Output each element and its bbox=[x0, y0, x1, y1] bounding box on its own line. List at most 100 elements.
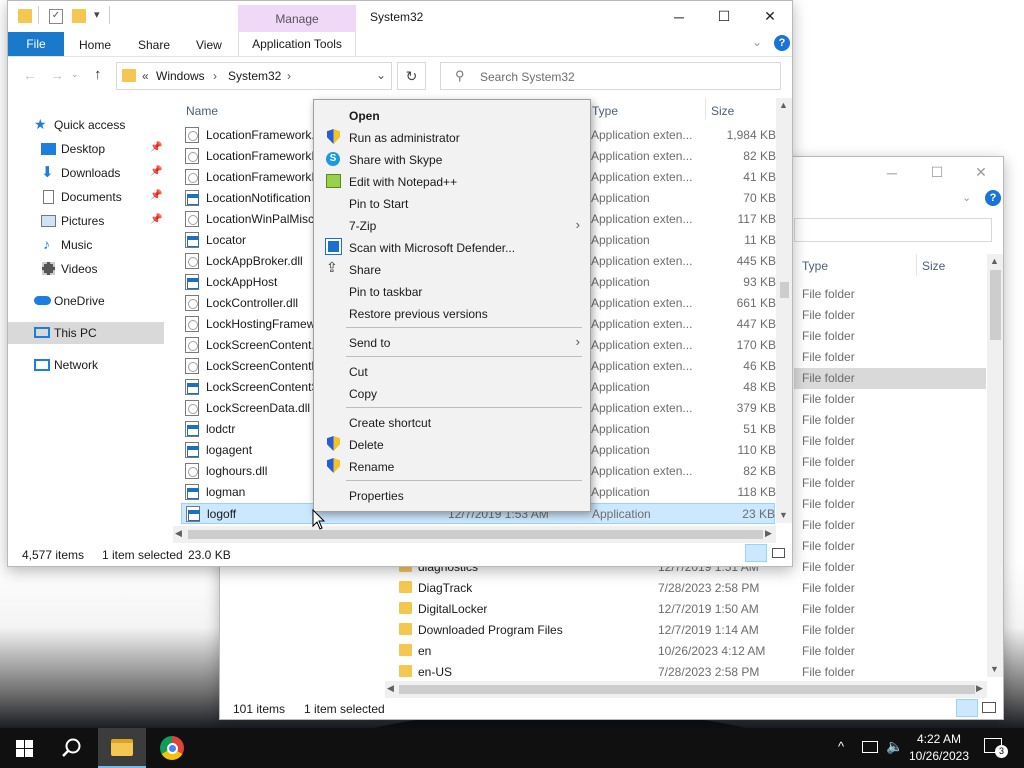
menu-item-cut[interactable]: Cut bbox=[316, 360, 588, 382]
scroll-thumb[interactable] bbox=[990, 270, 1001, 340]
folder-row[interactable]: File folder bbox=[794, 389, 986, 410]
menu-item-delete[interactable]: Delete bbox=[316, 433, 588, 455]
tab-view[interactable]: View bbox=[196, 38, 222, 52]
scroll-left-icon[interactable]: ◀ bbox=[175, 528, 182, 539]
scroll-up-icon[interactable]: ▲ bbox=[779, 100, 788, 110]
scroll-right-icon[interactable]: ▶ bbox=[765, 528, 772, 539]
folder-row[interactable]: en 10/26/2023 4:12 AM File folder bbox=[395, 641, 986, 662]
scroll-thumb-h[interactable] bbox=[399, 685, 975, 694]
horizontal-scrollbar[interactable]: ◀ ▶ bbox=[173, 526, 776, 543]
menu-item-edit-with-notepad[interactable]: Edit with Notepad++ bbox=[316, 170, 588, 192]
back-arrow-icon[interactable]: ← bbox=[23, 67, 37, 83]
folder-row[interactable]: File folder bbox=[794, 515, 986, 536]
folder-row[interactable]: File folder bbox=[794, 326, 986, 347]
nav-desktop[interactable]: Desktop 📌 bbox=[8, 138, 164, 160]
address-dropdown-icon[interactable]: ⌄ bbox=[376, 68, 386, 82]
menu-item-scan-with-microsoft-defender[interactable]: Scan with Microsoft Defender... bbox=[316, 236, 588, 258]
maximize-button-back[interactable]: ☐ bbox=[914, 157, 960, 188]
search-box[interactable]: ⚲ Search System32 bbox=[440, 62, 781, 90]
taskbar-file-explorer[interactable] bbox=[98, 728, 146, 768]
folder-row[interactable]: File folder bbox=[794, 452, 986, 473]
close-button-back[interactable]: ✕ bbox=[958, 157, 1003, 188]
address-bar[interactable]: « Windows › System32 › ⌄ bbox=[116, 62, 392, 90]
nav-music[interactable]: ♪ Music bbox=[8, 234, 164, 256]
vertical-scrollbar[interactable]: ▲ ▼ bbox=[776, 98, 792, 523]
menu-item-restore-previous-versions[interactable]: Restore previous versions bbox=[316, 302, 588, 324]
nav-downloads[interactable]: ⬇ Downloads 📌 bbox=[8, 162, 164, 184]
breadcrumb-windows[interactable]: Windows bbox=[156, 69, 205, 83]
breadcrumb-overflow[interactable]: « bbox=[142, 69, 149, 83]
menu-item-properties[interactable]: Properties bbox=[316, 484, 588, 506]
menu-item-pin-to-start[interactable]: Pin to Start bbox=[316, 192, 588, 214]
folder-row[interactable]: File folder bbox=[794, 347, 986, 368]
network-status-icon[interactable] bbox=[862, 741, 878, 753]
folder-row[interactable]: en-US 7/28/2023 2:58 PM File folder bbox=[395, 662, 986, 683]
details-view-icon-back[interactable] bbox=[956, 699, 978, 717]
column-header-size-back[interactable]: Size bbox=[922, 259, 945, 273]
menu-item-share-with-skype[interactable]: S Share with Skype bbox=[316, 148, 588, 170]
scroll-thumb-h[interactable] bbox=[188, 530, 763, 539]
large-icons-view-icon[interactable] bbox=[772, 548, 785, 558]
ribbon-expand-icon[interactable]: ⌄ bbox=[752, 35, 762, 49]
ribbon-expand-icon-back[interactable]: ⌄ bbox=[962, 191, 971, 204]
scroll-right-icon[interactable]: ▶ bbox=[976, 683, 983, 694]
scroll-down-icon[interactable]: ▼ bbox=[779, 510, 788, 520]
menu-item-open[interactable]: Open bbox=[316, 104, 588, 126]
properties-qat-icon[interactable]: ✓ bbox=[49, 9, 63, 24]
column-header-size[interactable]: Size bbox=[711, 104, 734, 118]
folder-row[interactable]: Downloaded Program Files 12/7/2019 1:14 A… bbox=[395, 620, 986, 641]
up-arrow-icon[interactable]: ↑ bbox=[94, 66, 102, 83]
nav-onedrive[interactable]: OneDrive bbox=[8, 290, 164, 312]
tab-home[interactable]: Home bbox=[79, 38, 111, 52]
details-view-icon[interactable] bbox=[745, 544, 767, 562]
start-button[interactable] bbox=[0, 728, 48, 768]
column-header-type[interactable]: Type bbox=[592, 104, 618, 118]
menu-item-create-shortcut[interactable]: Create shortcut bbox=[316, 411, 588, 433]
menu-item-send-to[interactable]: Send to › bbox=[316, 331, 588, 353]
nav-pictures[interactable]: Pictures 📌 bbox=[8, 210, 164, 232]
folder-row[interactable]: File folder bbox=[794, 284, 986, 305]
tab-share[interactable]: Share bbox=[138, 38, 170, 52]
clock-date[interactable]: 10/26/2023 bbox=[906, 749, 972, 763]
tab-application-tools[interactable]: Application Tools bbox=[238, 32, 356, 57]
menu-item-run-as-administrator[interactable]: Run as administrator bbox=[316, 126, 588, 148]
folder-row[interactable]: DigitalLocker 12/7/2019 1:50 AM File folde… bbox=[395, 599, 986, 620]
show-hidden-icons-icon[interactable]: ^ bbox=[838, 739, 844, 754]
column-header-name[interactable]: Name bbox=[186, 104, 218, 118]
nav-videos[interactable]: Videos bbox=[8, 258, 164, 280]
refresh-icon[interactable]: ↻ bbox=[397, 62, 426, 90]
help-icon[interactable]: ? bbox=[774, 35, 790, 51]
scroll-down-icon[interactable]: ▼ bbox=[990, 664, 999, 674]
tab-file[interactable]: File bbox=[8, 32, 64, 56]
scroll-left-icon[interactable]: ◀ bbox=[387, 683, 394, 694]
large-icons-view-icon-back[interactable] bbox=[982, 702, 996, 713]
scroll-thumb[interactable] bbox=[780, 282, 789, 298]
vertical-scrollbar-back[interactable]: ▲ ▼ bbox=[987, 254, 1003, 677]
column-header-type-back[interactable]: Type bbox=[802, 259, 828, 273]
volume-icon[interactable]: 🔈 bbox=[886, 738, 903, 755]
breadcrumb-system32[interactable]: System32 bbox=[228, 69, 281, 83]
folder-row[interactable]: DiagTrack 7/28/2023 2:58 PM File folder bbox=[395, 578, 986, 599]
folder-row[interactable]: File folder bbox=[794, 431, 986, 452]
folder-row[interactable]: File folder bbox=[794, 536, 986, 557]
close-button[interactable]: ✕ bbox=[747, 1, 792, 32]
nav-network[interactable]: Network bbox=[8, 354, 164, 376]
horizontal-scrollbar-back[interactable]: ◀ ▶ bbox=[385, 681, 987, 698]
minimize-button-back[interactable]: ─ bbox=[869, 157, 915, 188]
folder-row[interactable]: File folder bbox=[794, 305, 986, 326]
recent-locations-icon[interactable]: ⌄ bbox=[71, 69, 79, 80]
nav-documents[interactable]: Documents 📌 bbox=[8, 186, 164, 208]
taskbar-search-button[interactable] bbox=[48, 728, 96, 768]
menu-item-copy[interactable]: Copy bbox=[316, 382, 588, 404]
maximize-button[interactable]: ☐ bbox=[701, 1, 747, 32]
menu-item-rename[interactable]: Rename bbox=[316, 455, 588, 477]
clock-time[interactable]: 4:22 AM bbox=[906, 732, 972, 746]
menu-item-7-zip[interactable]: 7-Zip › bbox=[316, 214, 588, 236]
taskbar-chrome[interactable] bbox=[148, 728, 196, 768]
help-icon-back[interactable]: ? bbox=[985, 190, 1001, 206]
qat-customize-icon[interactable]: ▾ bbox=[94, 8, 100, 21]
folder-row[interactable]: File folder bbox=[794, 494, 986, 515]
scroll-up-icon[interactable]: ▲ bbox=[990, 256, 999, 266]
folder-row[interactable]: File folder bbox=[794, 410, 986, 431]
search-box-back[interactable] bbox=[794, 218, 992, 242]
